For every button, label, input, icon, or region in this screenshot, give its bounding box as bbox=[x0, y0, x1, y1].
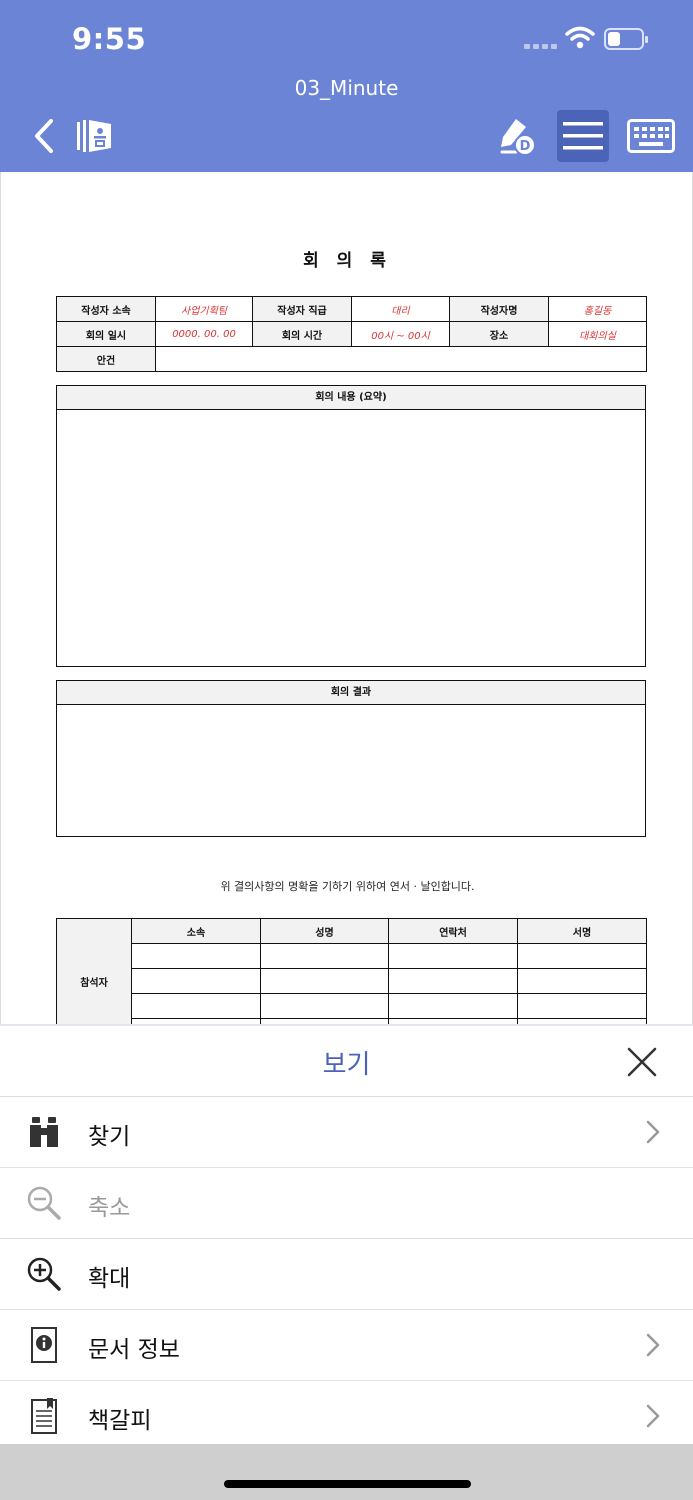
table-value-cell[interactable]: 00시 ~ 00시 bbox=[351, 321, 450, 347]
document-heading: 회 의 록 bbox=[303, 251, 392, 271]
table-header-cell: 소속 bbox=[131, 918, 261, 944]
table-cell[interactable] bbox=[388, 993, 518, 1019]
meeting-result-box: 회의 결과 bbox=[56, 680, 646, 837]
menu-item-bookmark[interactable]: 책갈피 bbox=[0, 1381, 693, 1452]
menu-item-label: 책갈피 bbox=[88, 1408, 152, 1434]
table-row: 안건 bbox=[56, 346, 647, 372]
view-menu-sheet: 보기 찾기 축소 확대 문서 정보 책갈피 bbox=[0, 1024, 693, 1452]
top-bar: 9:55 03_Minute D bbox=[0, 0, 693, 172]
table-value-cell[interactable]: 홍길동 bbox=[548, 296, 647, 322]
pen-draw-button[interactable]: D bbox=[492, 112, 540, 160]
bookmark-icon bbox=[24, 1396, 64, 1436]
table-value-cell[interactable]: 대회의실 bbox=[548, 321, 647, 347]
sheet-header: 보기 bbox=[0, 1026, 693, 1097]
menu-item-document-info[interactable]: 문서 정보 bbox=[0, 1310, 693, 1381]
table-label-cell: 회의 일시 bbox=[56, 321, 156, 347]
table-cell[interactable] bbox=[260, 968, 389, 994]
table-cell[interactable] bbox=[260, 943, 389, 969]
table-label-cell: 작성자명 bbox=[449, 296, 549, 322]
table-cell[interactable] bbox=[388, 968, 518, 994]
table-header-cell: 서명 bbox=[517, 918, 647, 944]
menu-item-zoom-in[interactable]: 확대 bbox=[0, 1239, 693, 1310]
keyboard-button[interactable] bbox=[624, 112, 678, 160]
close-button[interactable] bbox=[622, 1042, 662, 1082]
menu-item-label: 축소 bbox=[88, 1195, 131, 1221]
table-row bbox=[57, 993, 647, 1019]
menu-item-label: 문서 정보 bbox=[88, 1337, 180, 1363]
table-row bbox=[57, 943, 647, 969]
hancom-logo-icon bbox=[77, 120, 111, 152]
meeting-summary-box: 회의 내용 (요약) bbox=[56, 385, 646, 667]
table-cell[interactable] bbox=[260, 993, 389, 1019]
table-value-cell[interactable]: 대리 bbox=[351, 296, 450, 322]
chevron-left-icon bbox=[35, 119, 53, 153]
document-info-icon bbox=[24, 1325, 64, 1365]
pen-icon: D bbox=[500, 119, 536, 156]
table-header-cell: 연락처 bbox=[388, 918, 518, 944]
sheet-title: 보기 bbox=[322, 1050, 371, 1080]
svg-text:D: D bbox=[520, 139, 531, 154]
zoom-out-icon bbox=[24, 1183, 64, 1223]
table-label-cell: 회의 시간 bbox=[252, 321, 352, 347]
table-row bbox=[57, 968, 647, 994]
hancom-app-button[interactable] bbox=[70, 114, 116, 158]
home-indicator[interactable] bbox=[224, 1480, 471, 1488]
cellular-signal-icon bbox=[524, 44, 557, 49]
table-cell[interactable] bbox=[131, 943, 261, 969]
menu-item-label: 확대 bbox=[88, 1266, 131, 1292]
table-cell[interactable] bbox=[388, 943, 518, 969]
menu-item-label: 찾기 bbox=[88, 1124, 131, 1150]
binoculars-icon bbox=[24, 1112, 64, 1152]
chevron-right-icon bbox=[646, 1120, 660, 1144]
home-indicator-area bbox=[0, 1444, 693, 1500]
table-cell[interactable] bbox=[131, 993, 261, 1019]
chevron-right-icon bbox=[646, 1404, 660, 1428]
signature-statement: 위 결의사항의 명확을 기하기 위하여 연서 · 날인합니다. bbox=[220, 880, 475, 893]
meeting-result-header: 회의 결과 bbox=[57, 681, 645, 705]
document-page[interactable]: 회 의 록 작성자 소속 사업기획팀 작성자 직급 대리 작성자명 홍길동 회의… bbox=[0, 172, 693, 1024]
keyboard-icon bbox=[627, 119, 675, 153]
menu-item-find[interactable]: 찾기 bbox=[0, 1097, 693, 1168]
hamburger-menu-icon bbox=[563, 122, 603, 150]
table-cell[interactable] bbox=[517, 968, 647, 994]
menu-item-zoom-out[interactable]: 축소 bbox=[0, 1168, 693, 1239]
status-time: 9:55 bbox=[72, 22, 147, 56]
agenda-value-cell[interactable] bbox=[155, 346, 647, 372]
table-row: 참석자 소속 성명 연락처 서명 bbox=[56, 918, 647, 1024]
back-button[interactable] bbox=[24, 114, 64, 158]
table-label-cell: 작성자 소속 bbox=[56, 296, 156, 322]
chevron-right-icon bbox=[646, 1333, 660, 1357]
agenda-label-cell: 안건 bbox=[56, 346, 156, 372]
zoom-in-icon bbox=[24, 1254, 64, 1294]
table-header-cell: 성명 bbox=[260, 918, 389, 944]
attendee-table: 참석자 소속 성명 연락처 서명 bbox=[56, 918, 647, 1024]
meeting-info-table: 작성자 소속 사업기획팀 작성자 직급 대리 작성자명 홍길동 회의 일시 00… bbox=[56, 296, 647, 372]
table-row: 회의 일시 0000. 00. 00 회의 시간 00시 ~ 00시 장소 대회… bbox=[56, 321, 647, 347]
table-cell[interactable] bbox=[517, 943, 647, 969]
attendee-label-cell: 참석자 bbox=[56, 918, 132, 1024]
table-cell[interactable] bbox=[517, 993, 647, 1019]
table-row: 작성자 소속 사업기획팀 작성자 직급 대리 작성자명 홍길동 bbox=[56, 296, 647, 322]
view-menu-button[interactable] bbox=[557, 110, 609, 162]
document-title: 03_Minute bbox=[294, 76, 399, 100]
wifi-icon bbox=[565, 26, 595, 49]
table-label-cell: 장소 bbox=[449, 321, 549, 347]
table-value-cell[interactable]: 0000. 00. 00 bbox=[155, 321, 253, 347]
table-label-cell: 작성자 직급 bbox=[252, 296, 352, 322]
table-cell[interactable] bbox=[131, 968, 261, 994]
table-value-cell[interactable]: 사업기획팀 bbox=[155, 296, 253, 322]
battery-icon bbox=[604, 28, 648, 50]
meeting-summary-header: 회의 내용 (요약) bbox=[57, 386, 645, 410]
close-icon bbox=[627, 1047, 657, 1077]
